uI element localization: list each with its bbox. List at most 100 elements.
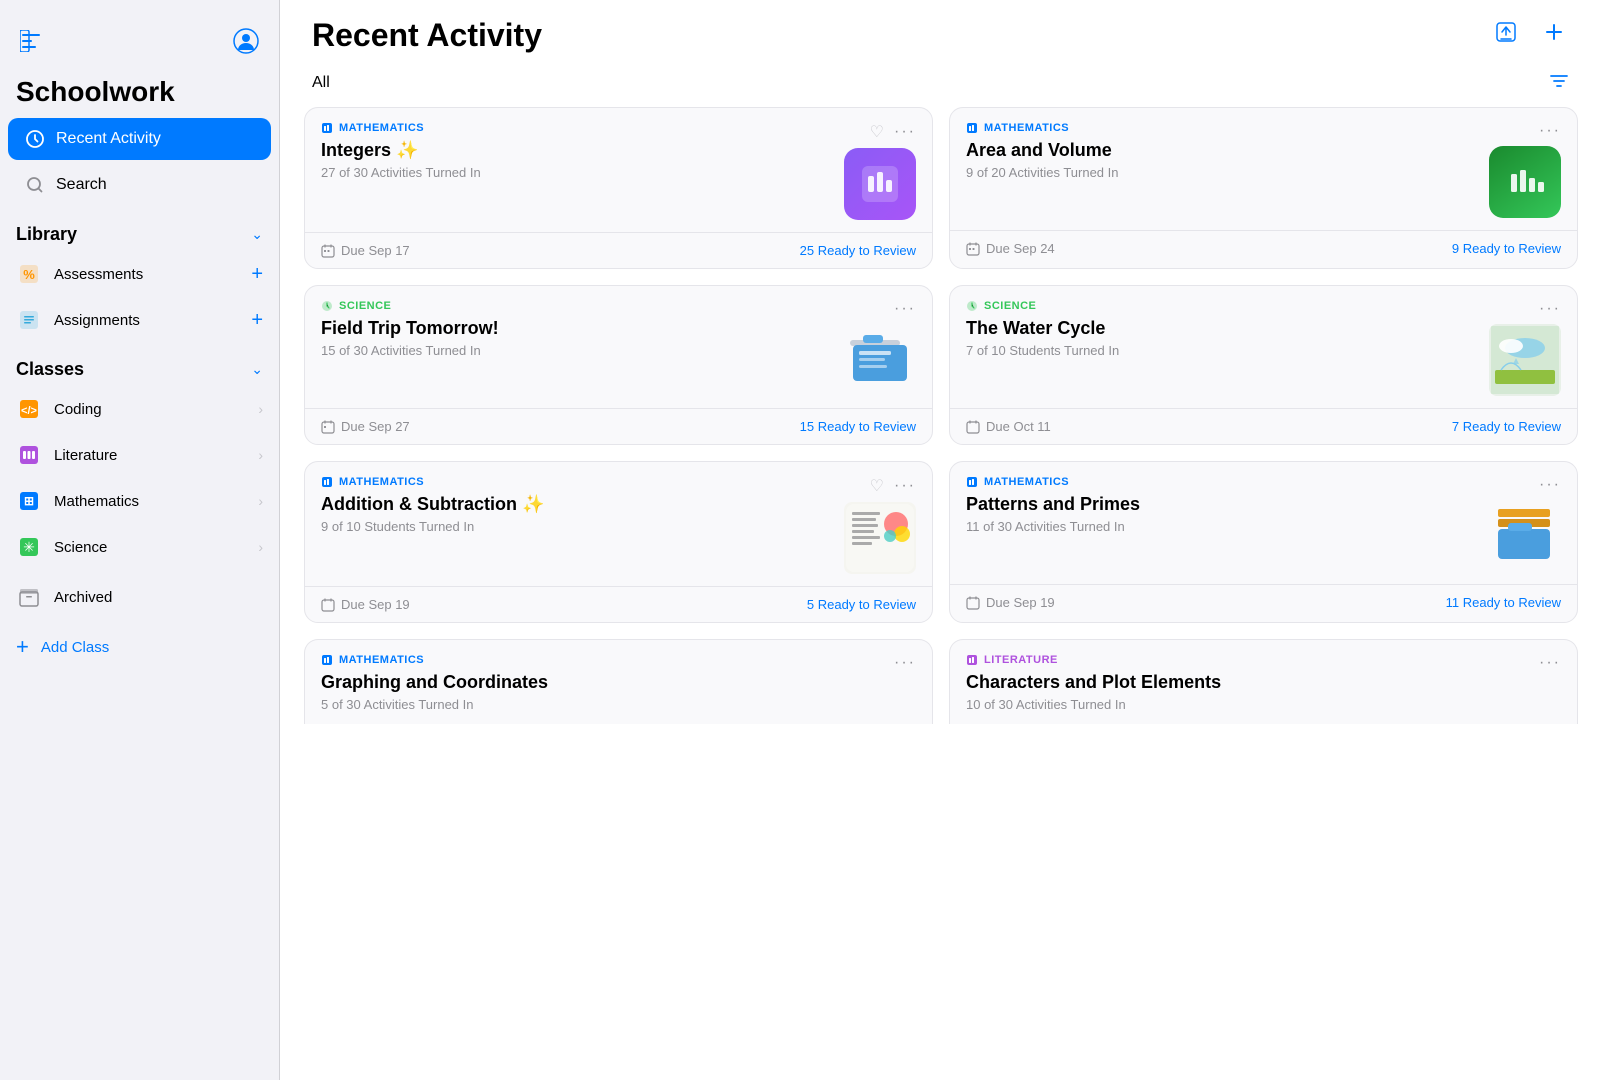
review-count-water-cycle: 7 Ready to Review [1452,419,1561,434]
sidebar-item-search[interactable]: Search [8,164,271,206]
search-label: Search [56,176,107,194]
card-title-area-volume: Area and Volume [966,140,1489,161]
literature-chevron-icon: › [258,447,263,463]
sidebar-item-coding[interactable]: </> Coding › [0,386,279,432]
more-button-field-trip[interactable]: ··· [894,300,916,318]
literature-label: Literature [54,447,246,464]
more-button-graphing[interactable]: ··· [894,654,916,672]
thumbnail-field-trip [844,324,916,396]
sidebar-item-literature[interactable]: Literature › [0,432,279,478]
sidebar-item-assignments[interactable]: Assignments + [0,297,279,343]
card-title-characters: Characters and Plot Elements [966,672,1539,693]
assignments-label: Assignments [54,312,239,329]
card-subject-graphing: MATHEMATICS [321,654,894,666]
export-button[interactable] [1490,16,1522,54]
add-button[interactable] [1538,16,1570,54]
review-count-area-volume: 9 Ready to Review [1452,241,1561,256]
library-chevron-icon: ⌄ [251,226,263,243]
due-date-field-trip: Due Sep 27 [321,419,410,434]
archived-icon [16,584,42,610]
recent-activity-icon [24,128,46,150]
assessments-icon: % [16,261,42,287]
more-button-area-volume[interactable]: ··· [1539,122,1561,140]
filter-label: All [312,74,330,92]
add-class-button[interactable]: + Add Class [0,624,279,670]
thumbnail-water-cycle [1489,324,1561,396]
card-subtitle-addition: 9 of 10 Students Turned In [321,519,844,534]
add-class-label: Add Class [41,639,263,656]
review-count-patterns: 11 Ready to Review [1446,595,1561,610]
card-graphing[interactable]: MATHEMATICS Graphing and Coordinates 5 o… [304,639,933,724]
library-title: Library [16,224,77,245]
add-class-plus-icon: + [16,634,29,660]
science-chevron-icon: › [258,539,263,555]
assignments-add-icon[interactable]: + [251,309,263,332]
card-subject-integers: MATHEMATICS [321,122,844,134]
card-subtitle-field-trip: 15 of 30 Activities Turned In [321,343,844,358]
card-area-volume[interactable]: MATHEMATICS Area and Volume 9 of 20 Acti… [949,107,1578,269]
svg-text:⊞: ⊞ [24,494,34,508]
card-integers[interactable]: MATHEMATICS Integers ✨ 27 of 30 Activiti… [304,107,933,269]
due-date-patterns: Due Sep 19 [966,595,1055,610]
card-subtitle-water-cycle: 7 of 10 Students Turned In [966,343,1489,358]
thumbnail-area-volume [1489,146,1561,218]
sidebar-item-mathematics[interactable]: ⊞ Mathematics › [0,478,279,524]
card-subtitle-area-volume: 9 of 20 Activities Turned In [966,165,1489,180]
card-footer-patterns: Due Sep 19 11 Ready to Review [950,584,1577,620]
mathematics-label: Mathematics [54,493,246,510]
card-subject-water-cycle: SCIENCE [966,300,1489,312]
more-button-characters[interactable]: ··· [1539,654,1561,672]
cards-container: MATHEMATICS Integers ✨ 27 of 30 Activiti… [280,107,1602,1080]
card-subject-patterns: MATHEMATICS [966,476,1489,488]
classes-title: Classes [16,359,84,380]
assessments-add-icon[interactable]: + [251,263,263,286]
card-subject-area-volume: MATHEMATICS [966,122,1489,134]
cards-grid: MATHEMATICS Integers ✨ 27 of 30 Activiti… [304,107,1578,724]
science-icon: ✳ [16,534,42,560]
recent-activity-label: Recent Activity [56,130,161,148]
more-button-addition[interactable]: ··· [894,477,916,495]
card-patterns-primes[interactable]: MATHEMATICS Patterns and Primes 11 of 30… [949,461,1578,623]
card-subtitle-integers: 27 of 30 Activities Turned In [321,165,844,180]
profile-button[interactable] [229,24,263,64]
main-header: Recent Activity [280,0,1602,62]
card-water-cycle[interactable]: SCIENCE The Water Cycle 7 of 10 Students… [949,285,1578,445]
heart-button-integers[interactable]: ♡ [870,122,884,142]
card-title-graphing: Graphing and Coordinates [321,672,894,693]
sidebar-item-recent-activity[interactable]: Recent Activity [8,118,271,160]
sidebar-item-assessments[interactable]: % Assessments + [0,251,279,297]
review-count-field-trip: 15 Ready to Review [800,419,916,434]
coding-chevron-icon: › [258,401,263,417]
filter-bar: All [280,62,1602,107]
due-date-integers: Due Sep 17 [321,243,410,258]
more-button-patterns[interactable]: ··· [1539,476,1561,494]
sidebar-top [0,16,279,76]
card-subtitle-characters: 10 of 30 Activities Turned In [966,697,1539,712]
thumbnail-patterns [1489,500,1561,572]
card-title-patterns: Patterns and Primes [966,494,1489,515]
mathematics-chevron-icon: › [258,493,263,509]
sidebar-toggle-button[interactable] [16,26,46,62]
more-button-integers[interactable]: ··· [894,123,916,141]
filter-icon-button[interactable] [1548,70,1570,95]
main-content: Recent Activity All [280,0,1602,1080]
page-title: Recent Activity [312,17,542,54]
card-subject-characters: LITERATURE [966,654,1539,666]
card-subject-addition: MATHEMATICS [321,476,844,488]
card-addition-subtraction[interactable]: MATHEMATICS Addition & Subtraction ✨ 9 o… [304,461,933,623]
assignments-icon [16,307,42,333]
sidebar-item-archived[interactable]: Archived [0,574,279,620]
thumbnail-addition [844,502,916,574]
coding-label: Coding [54,401,246,418]
card-title-water-cycle: The Water Cycle [966,318,1489,339]
card-field-trip[interactable]: SCIENCE Field Trip Tomorrow! 15 of 30 Ac… [304,285,933,445]
heart-button-addition[interactable]: ♡ [870,476,884,496]
sidebar-item-science[interactable]: ✳ Science › [0,524,279,570]
card-subtitle-graphing: 5 of 30 Activities Turned In [321,697,894,712]
card-characters[interactable]: LITERATURE Characters and Plot Elements … [949,639,1578,724]
header-actions [1490,16,1570,54]
due-date-area-volume: Due Sep 24 [966,241,1055,256]
more-button-water-cycle[interactable]: ··· [1539,300,1561,318]
assessments-label: Assessments [54,266,239,283]
svg-text:</>: </> [21,405,37,417]
